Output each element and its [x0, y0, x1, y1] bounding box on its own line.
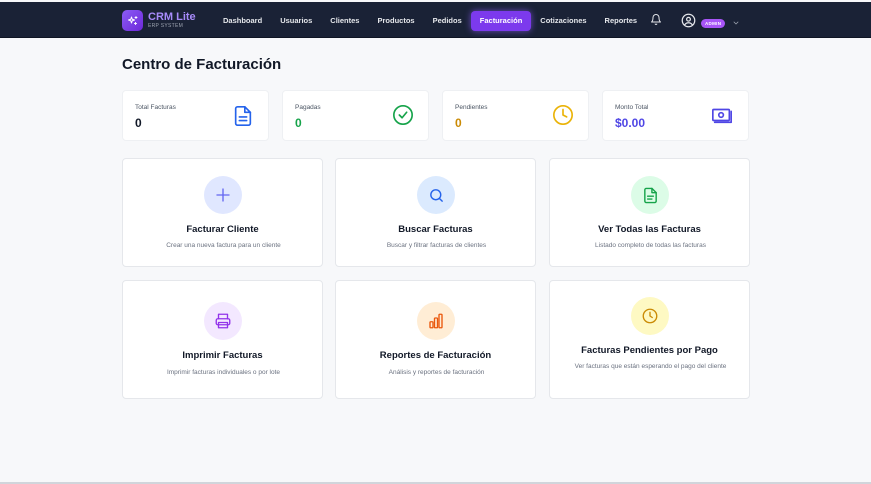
nav-item-clientes[interactable]: Clientes [321, 11, 368, 31]
action-card-ver-todas-facturas[interactable]: Ver Todas las Facturas Listado completo … [549, 158, 750, 267]
stat-label: Monto Total [615, 104, 649, 111]
role-badge: ADMIN [701, 18, 726, 28]
bar-chart-icon [417, 302, 455, 340]
nav-item-usuarios[interactable]: Usuarios [271, 11, 321, 31]
action-card-facturas-pendientes[interactable]: Facturas Pendientes por Pago Ver factura… [549, 280, 750, 399]
nav-item-dashboard[interactable]: Dashboard [214, 11, 271, 31]
stat-card-pagadas: Pagadas 0 [282, 90, 429, 141]
stat-label: Total Facturas [135, 104, 176, 111]
action-title: Ver Todas las Facturas [598, 224, 701, 235]
clock-icon [631, 297, 669, 335]
check-circle-icon [392, 104, 414, 131]
clock-icon [552, 104, 574, 131]
action-description: Análisis y reportes de facturación [388, 369, 485, 376]
action-card-reportes-facturacion[interactable]: Reportes de Facturación Análisis y repor… [335, 280, 536, 399]
user-circle-icon [681, 13, 696, 33]
stat-label: Pagadas [295, 104, 321, 111]
nav-item-pedidos[interactable]: Pedidos [424, 11, 471, 31]
sparkles-icon [122, 10, 143, 31]
user-menu[interactable]: ADMIN [681, 13, 740, 33]
action-description: Imprimir facturas individuales o por lot… [166, 369, 281, 376]
action-card-imprimir-facturas[interactable]: Imprimir Facturas Imprimir facturas indi… [122, 280, 323, 399]
nav-item-facturacion[interactable]: Facturación [470, 11, 532, 31]
action-title: Facturar Cliente [186, 224, 259, 235]
nav-item-productos[interactable]: Productos [368, 11, 423, 31]
bell-icon[interactable] [650, 13, 662, 31]
action-description: Ver facturas que están esperando el pago… [574, 363, 727, 370]
stat-value: 0 [455, 116, 462, 130]
stat-value: 0 [295, 116, 302, 130]
page-title: Centro de Facturación [122, 56, 282, 73]
nav-item-cotizaciones[interactable]: Cotizaciones [531, 11, 595, 31]
printer-icon [204, 302, 242, 340]
stat-card-total-facturas: Total Facturas 0 [122, 90, 269, 141]
action-title: Facturas Pendientes por Pago [581, 345, 718, 356]
action-title: Imprimir Facturas [182, 350, 263, 361]
action-description: Crear una nueva factura para un cliente [166, 242, 281, 249]
stat-value: 0 [135, 116, 142, 130]
stat-label: Pendientes [455, 104, 488, 111]
main-nav: Dashboard Usuarios Clientes Productos Pe… [214, 11, 646, 31]
action-card-facturar-cliente[interactable]: Facturar Cliente Crear una nueva factura… [122, 158, 323, 267]
action-title: Reportes de Facturación [379, 350, 492, 361]
document-icon [631, 176, 669, 214]
stat-value: $0.00 [615, 116, 646, 130]
stat-card-pendientes: Pendientes 0 [442, 90, 589, 141]
plus-icon [204, 176, 242, 214]
cash-icon [710, 104, 734, 131]
search-icon [417, 176, 455, 214]
brand-name: CRM Lite [148, 11, 196, 23]
top-navbar: CRM Lite ERP SYSTEM Dashboard Usuarios C… [0, 2, 871, 38]
action-title: Buscar Facturas [398, 224, 473, 235]
action-description: Buscar y filtrar facturas de clientes [386, 242, 487, 249]
stat-card-monto-total: Monto Total $0.00 [602, 90, 749, 141]
action-description: Listado completo de todas las facturas [595, 242, 706, 249]
brand-subtitle: ERP SYSTEM [148, 23, 184, 29]
action-card-buscar-facturas[interactable]: Buscar Facturas Buscar y filtrar factura… [335, 158, 536, 267]
document-icon [232, 104, 254, 133]
brand[interactable]: CRM Lite ERP SYSTEM [122, 10, 196, 31]
chevron-down-icon [732, 14, 740, 32]
nav-item-reportes[interactable]: Reportes [596, 11, 647, 31]
